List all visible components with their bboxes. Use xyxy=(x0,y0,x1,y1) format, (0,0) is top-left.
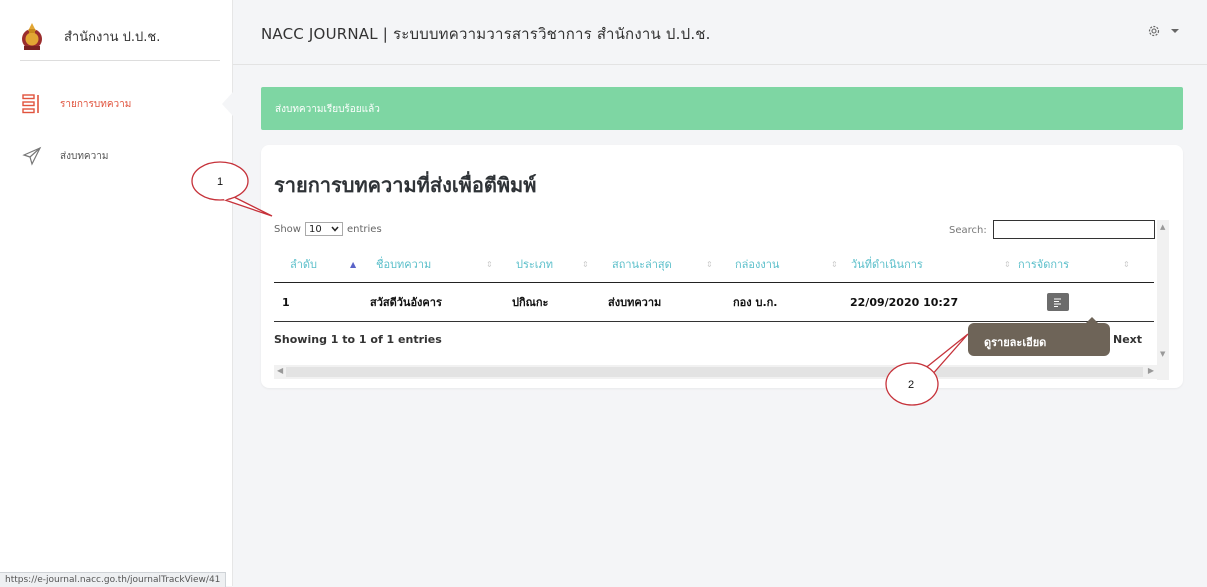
active-indicator xyxy=(222,92,233,116)
status-url: https://e-journal.nacc.go.th/journalTrac… xyxy=(0,572,227,587)
sidebar-item-label: รายการบทความ xyxy=(60,98,132,110)
search-label: Search: xyxy=(949,225,987,236)
alert-text: ส่งบทความเรียบร้อยแล้ว xyxy=(275,104,380,115)
callout-1: 1 xyxy=(191,161,273,217)
card-title: รายการบทความที่ส่งเพื่อตีพิมพ์ xyxy=(274,173,537,197)
table-info: Showing 1 to 1 of 1 entries xyxy=(274,333,442,346)
chevron-down-icon xyxy=(331,226,339,232)
page-length-value: 10 xyxy=(308,223,322,235)
topbar: NACC JOURNAL | ระบบบทความวารสารวิชาการ ส… xyxy=(233,0,1207,65)
scrollbar-thumb[interactable] xyxy=(286,367,1143,377)
cell-type: ปกิณกะ xyxy=(512,296,549,309)
column-label: วันที่ดำเนินการ xyxy=(851,258,923,271)
horizontal-scrollbar[interactable]: ◀ ▶ xyxy=(274,365,1157,379)
sort-icon: ⇕ xyxy=(1123,260,1130,269)
show-suffix: entries xyxy=(346,223,382,235)
sort-icon: ⇕ xyxy=(706,260,713,269)
nacc-logo xyxy=(22,23,42,50)
column-header-status[interactable]: สถานะล่าสุด ⇕ xyxy=(592,246,717,283)
cell-status: ส่งบทความ xyxy=(608,296,662,309)
list-icon xyxy=(22,94,39,114)
cell-title: สวัสดีวันอังคาร xyxy=(370,296,442,309)
page-length-control: Show 10 entries xyxy=(274,222,382,236)
column-label: ลำดับ xyxy=(290,258,318,271)
column-header-box[interactable]: กล่องงาน ⇕ xyxy=(717,246,843,283)
scroll-down-icon[interactable]: ▼ xyxy=(1160,350,1165,358)
success-alert: ส่งบทความเรียบร้อยแล้ว xyxy=(261,87,1183,130)
sort-icon: ⇕ xyxy=(1004,260,1011,269)
cell-date: 22/09/2020 10:27 xyxy=(850,295,959,309)
brand[interactable]: สำนักงาน ป.ป.ช. xyxy=(20,12,220,61)
callout-2-label: 2 xyxy=(908,379,914,391)
column-label: สถานะล่าสุด xyxy=(612,258,672,271)
sidebar-item-label: ส่งบทความ xyxy=(60,150,109,162)
scroll-left-icon[interactable]: ◀ xyxy=(277,366,283,375)
cell-box: กอง บ.ก. xyxy=(733,296,778,309)
show-prefix: Show xyxy=(274,223,301,235)
column-header-no[interactable]: ลำดับ ▲ xyxy=(274,246,356,283)
sidebar-item-send-article[interactable]: ส่งบทความ xyxy=(22,146,108,166)
table-header-row: ลำดับ ▲ ชื่อบทความ ⇕ ประเภท ⇕ สถานะล่าสุ… xyxy=(274,246,1154,283)
column-header-date[interactable]: วันที่ดำเนินการ ⇕ xyxy=(843,246,1018,283)
sort-icon: ⇕ xyxy=(486,260,493,269)
page-length-select[interactable]: 10 xyxy=(304,222,343,236)
column-label: ชื่อบทความ xyxy=(376,258,432,271)
callout-2: 2 xyxy=(885,333,969,406)
sort-icon: ⇕ xyxy=(582,260,589,269)
table-row: 1 สวัสดีวันอังคาร ปกิณกะ ส่งบทความ กอง บ… xyxy=(274,282,1154,322)
column-header-actions[interactable]: การจัดการ ⇕ xyxy=(1018,246,1154,283)
sort-icon: ⇕ xyxy=(831,260,838,269)
tooltip-text: ดูรายละเอียด xyxy=(984,336,1047,349)
details-tooltip: ดูรายละเอียด xyxy=(968,317,1110,356)
details-icon xyxy=(1054,298,1061,307)
page-title: NACC JOURNAL | ระบบบทความวารสารวิชาการ ส… xyxy=(261,25,711,43)
column-label: การจัดการ xyxy=(1018,258,1070,271)
settings-dropdown[interactable] xyxy=(1147,24,1179,38)
callout-1-label: 1 xyxy=(217,176,223,188)
column-header-title[interactable]: ชื่อบทความ ⇕ xyxy=(354,246,496,283)
column-label: กล่องงาน xyxy=(735,258,780,271)
articles-table: ลำดับ ▲ ชื่อบทความ ⇕ ประเภท ⇕ สถานะล่าสุ… xyxy=(274,246,1154,322)
vertical-scrollbar[interactable]: ▲ ▼ xyxy=(1157,220,1169,380)
sidebar-item-article-list[interactable]: รายการบทความ xyxy=(22,94,131,114)
search-input[interactable] xyxy=(993,220,1155,239)
sidebar: สำนักงาน ป.ป.ช. รายการบทความ ส่งบทความ xyxy=(0,0,233,586)
column-label: ประเภท xyxy=(516,258,554,271)
pagination-next[interactable]: Next xyxy=(1113,333,1142,346)
scroll-up-icon[interactable]: ▲ xyxy=(1160,223,1165,231)
caret-down-icon xyxy=(1171,29,1179,33)
brand-name: สำนักงาน ป.ป.ช. xyxy=(64,29,161,45)
scroll-right-icon[interactable]: ▶ xyxy=(1148,366,1154,375)
cell-no: 1 xyxy=(282,295,290,309)
send-icon xyxy=(22,146,42,166)
column-header-type[interactable]: ประเภท ⇕ xyxy=(496,246,592,283)
view-details-button[interactable] xyxy=(1047,293,1069,311)
gear-icon xyxy=(1148,25,1160,37)
